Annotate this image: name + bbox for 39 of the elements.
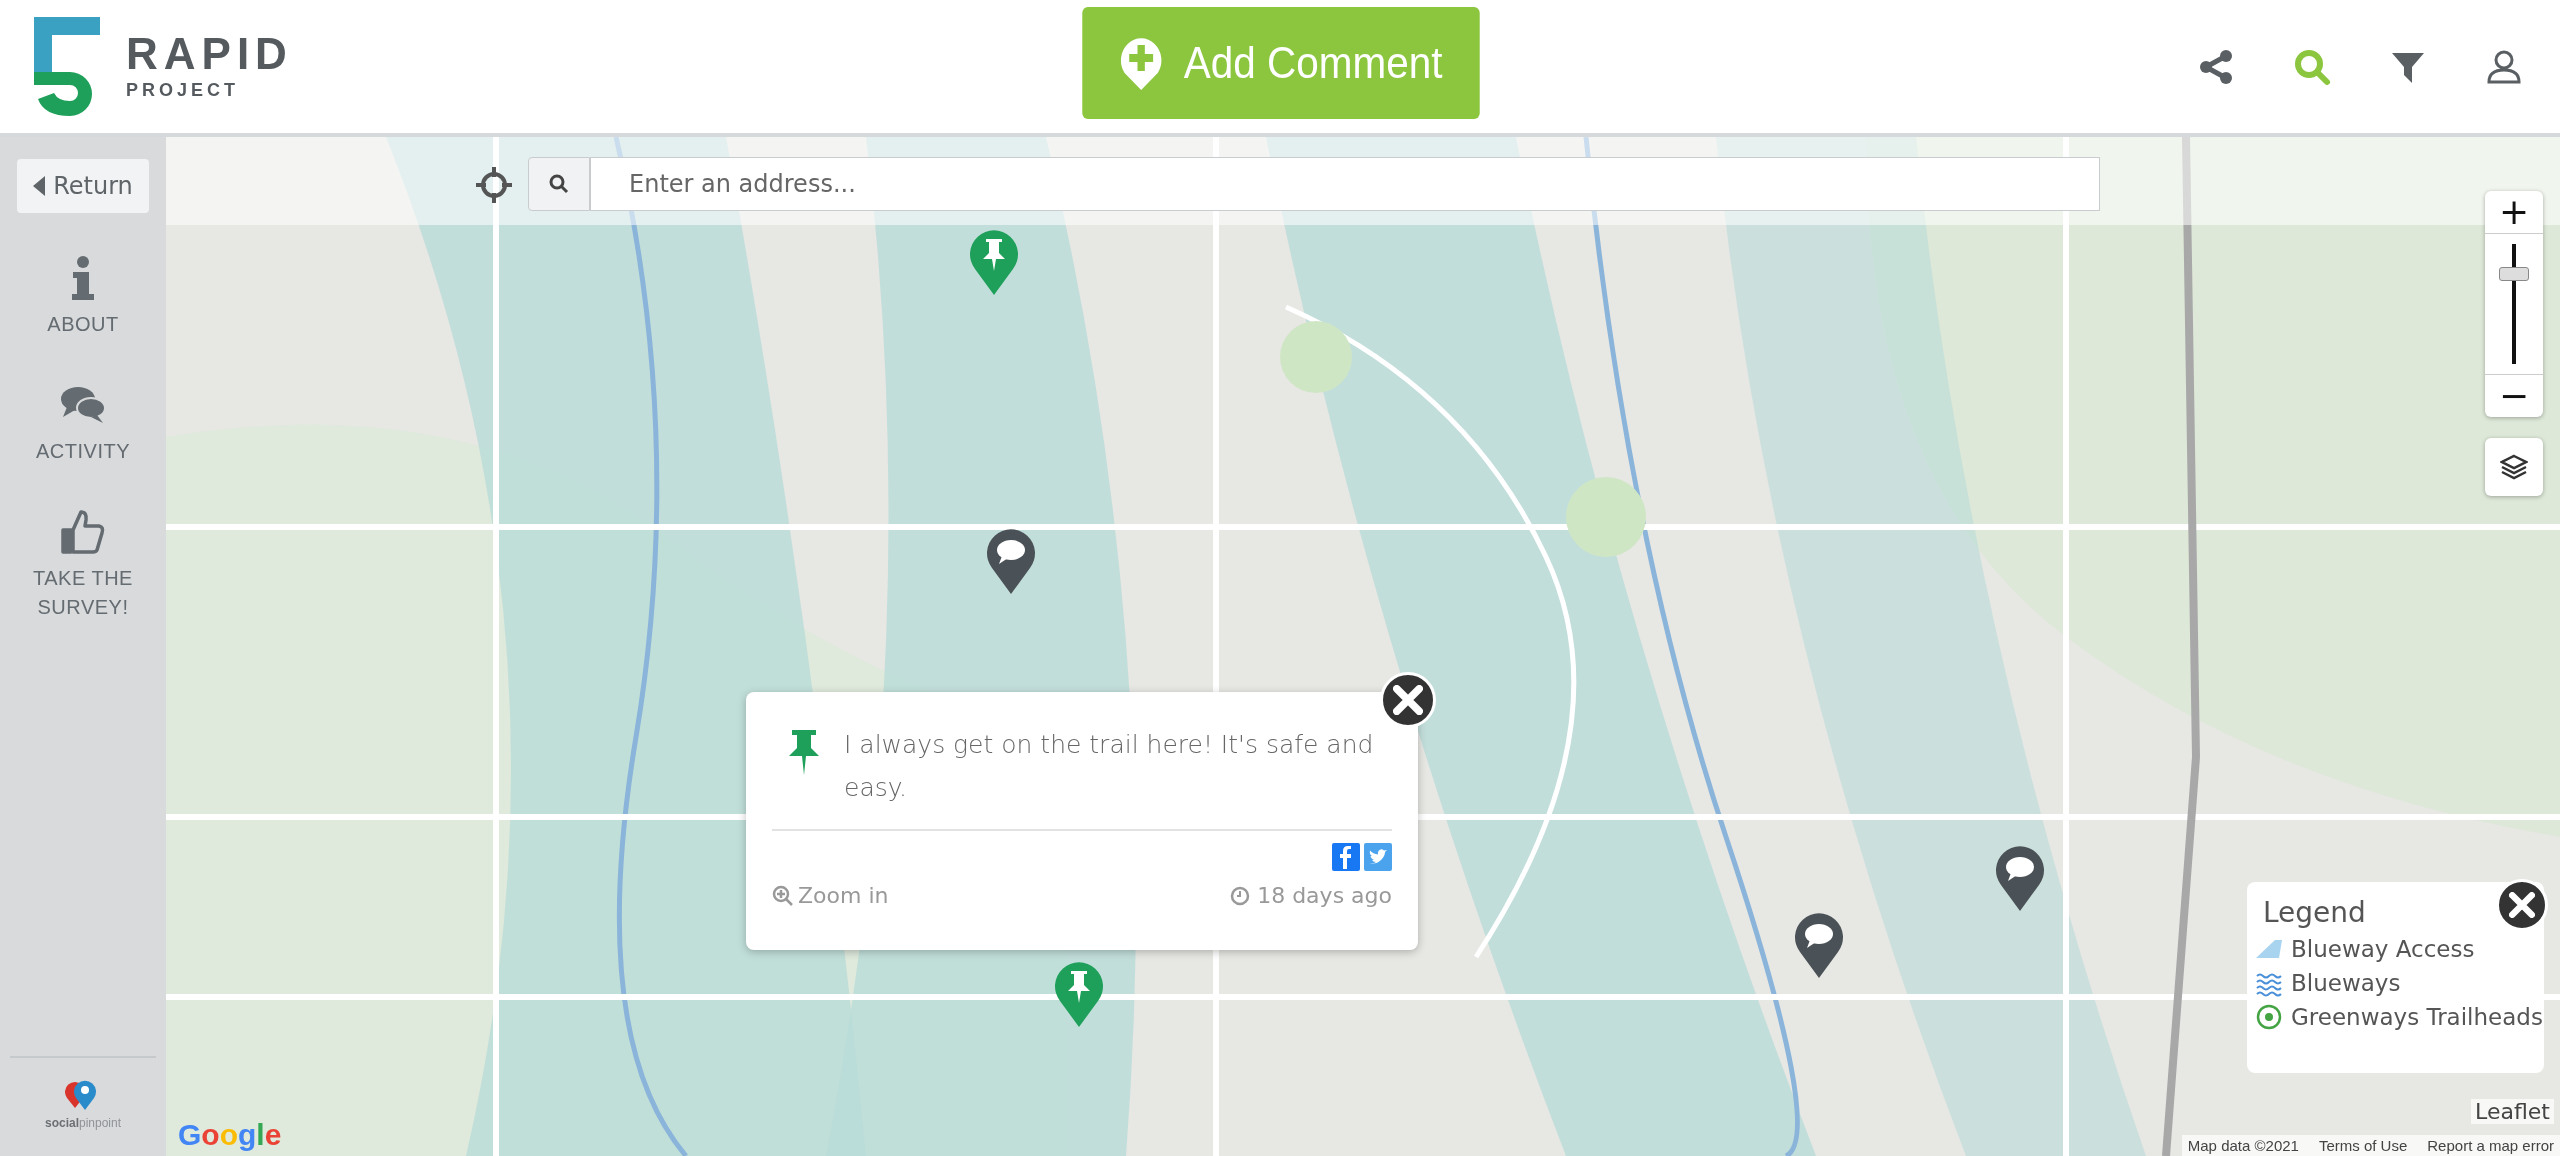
thumbs-up-icon	[59, 508, 107, 556]
logo-subtitle: PROJECT	[126, 80, 241, 101]
leaflet-link[interactable]: Leaflet	[2471, 1099, 2554, 1124]
clock-icon	[1229, 884, 1252, 907]
zoom-in-button[interactable]: +	[2485, 191, 2543, 233]
close-icon	[1393, 685, 1423, 715]
layers-button[interactable]	[2485, 438, 2543, 496]
zoom-in-link[interactable]: Zoom in	[772, 883, 889, 908]
close-icon	[2509, 892, 2535, 918]
comment-time: 18 days ago	[1257, 883, 1392, 908]
caret-icon	[33, 176, 46, 196]
zoom-slider[interactable]	[2499, 244, 2529, 364]
twitter-icon[interactable]	[1364, 843, 1392, 871]
trailhead-icon	[2255, 1003, 2283, 1031]
terms-link[interactable]: Terms of Use	[2318, 1137, 2408, 1154]
zoom-in-icon	[772, 884, 794, 907]
legend-title: Legend	[2263, 896, 2366, 929]
report-error-link[interactable]: Report a map error	[2427, 1137, 2554, 1154]
legend-label: Greenways Trailheads	[2291, 1004, 2543, 1030]
comment-text: I always get on the trail here! It's safe and easy.	[844, 729, 1375, 804]
map-provider-logo: Google	[178, 1118, 282, 1152]
logo-title: RAPID	[126, 32, 293, 76]
address-field[interactable]: Enter an address...	[590, 157, 2100, 211]
plus-pin-icon	[1119, 35, 1164, 91]
zoom-out-button[interactable]: −	[2485, 375, 2543, 417]
sidebar-item[interactable]: TAKE THE SURVEY!	[18, 507, 148, 623]
return-button[interactable]: Return	[17, 159, 149, 213]
zoom-slider-thumb[interactable]	[2499, 267, 2529, 281]
facebook-icon[interactable]	[1332, 843, 1360, 871]
sidebar-item[interactable]: ABOUT	[18, 253, 148, 340]
brand-name: socialpinpoint	[44, 1116, 122, 1130]
layers-icon	[2500, 453, 2528, 481]
map-data-credit: Map data ©2021	[2187, 1137, 2299, 1154]
locate-icon[interactable]	[474, 165, 514, 205]
sidebar-item[interactable]: ACTIVITY	[18, 380, 148, 467]
legend-label: Blueway Access	[2291, 936, 2475, 962]
search-button[interactable]	[528, 157, 590, 211]
legend-label: Blueways	[2291, 970, 2401, 996]
search-icon	[547, 172, 571, 196]
